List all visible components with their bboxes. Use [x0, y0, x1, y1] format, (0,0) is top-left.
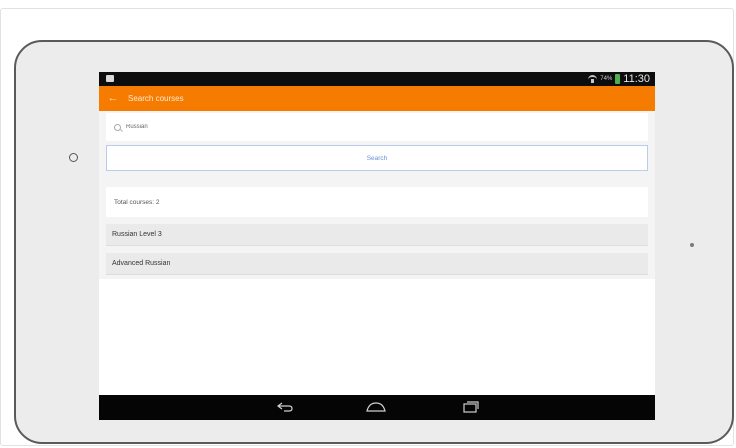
nav-back-icon[interactable] [276, 402, 294, 412]
battery-icon [615, 74, 621, 84]
course-name: Advanced Russian [112, 260, 171, 267]
status-bar: 74% 11:30 [99, 72, 655, 86]
search-button[interactable]: Search [106, 145, 648, 171]
course-name: Russian Level 3 [112, 231, 162, 238]
search-icon [114, 123, 121, 131]
empty-area [99, 279, 655, 395]
sensor-dot [690, 243, 694, 247]
wifi-icon [588, 75, 598, 83]
content-area: Search Total courses: 2 Russian Level 3 … [99, 111, 655, 395]
status-time: 11:30 [623, 73, 650, 85]
tablet-screen: 74% 11:30 ← Search courses Search Total … [99, 72, 655, 420]
page: 74% 11:30 ← Search courses Search Total … [0, 0, 736, 448]
notification-icon [106, 75, 114, 82]
battery-percent: 74% [600, 76, 613, 82]
nav-home-icon[interactable] [365, 402, 387, 412]
navigation-bar [99, 395, 655, 420]
arrow-left-icon[interactable]: ← [104, 86, 122, 111]
front-camera [69, 153, 78, 162]
status-right: 74% 11:30 [588, 72, 650, 86]
total-courses-box: Total courses: 2 [106, 187, 648, 217]
search-input[interactable] [126, 124, 326, 130]
nav-recents-icon[interactable] [462, 401, 480, 413]
course-list: Russian Level 3 Advanced Russian [106, 224, 648, 282]
action-bar: ← Search courses [99, 86, 655, 111]
total-courses-label: Total courses: 2 [114, 198, 160, 206]
list-item[interactable]: Russian Level 3 [106, 224, 648, 246]
page-title: Search courses [128, 94, 184, 103]
search-field[interactable] [106, 113, 648, 141]
list-item[interactable]: Advanced Russian [106, 253, 648, 275]
